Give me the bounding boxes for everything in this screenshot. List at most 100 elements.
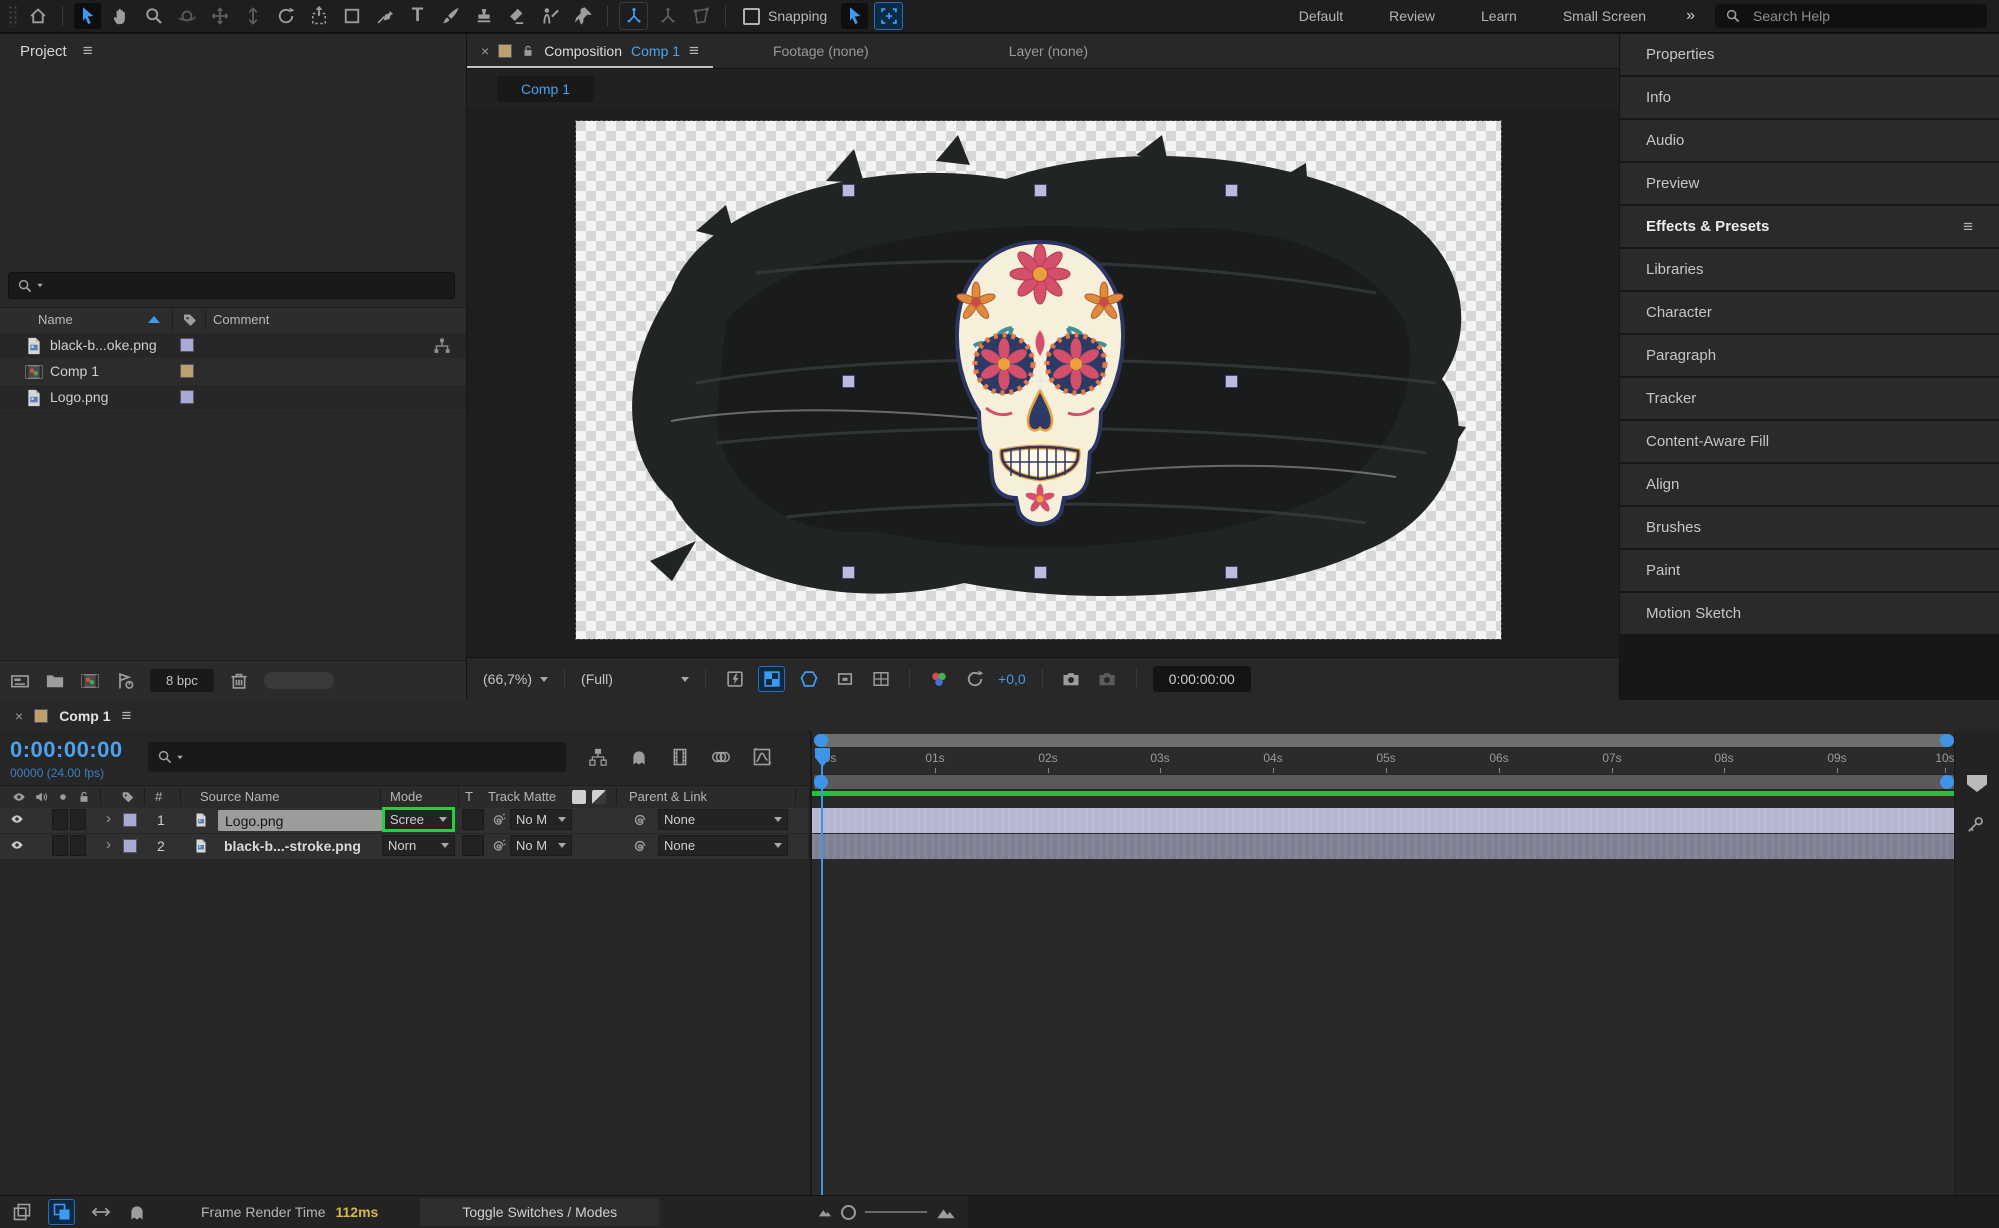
layer-source-name[interactable]: black-b...-stroke.png [224,838,361,854]
panel-content-aware-fill[interactable]: Content-Aware Fill [1620,421,1999,462]
layer-anchor-point[interactable] [1031,372,1049,390]
panel-effects-presets[interactable]: Effects & Presets ≡ [1620,206,1999,247]
pan-camera-tool[interactable] [206,3,233,29]
track-matte-pickwhip-icon[interactable] [490,838,506,854]
workspace-overflow-button[interactable]: » [1672,7,1709,25]
world-axis-mode-button[interactable] [654,3,681,29]
column-comment[interactable]: Comment [213,312,269,327]
zoom-in-mountain-icon[interactable] [936,1202,956,1222]
column-name[interactable]: Name [38,312,73,327]
graph-editor-icon[interactable] [752,747,772,767]
layer-switch-cell[interactable] [70,835,86,856]
layer-visibility-eye-icon[interactable] [10,838,24,852]
toggle-switches-modes-button[interactable]: Toggle Switches / Modes [420,1198,659,1226]
panel-properties[interactable]: Properties [1620,34,1999,75]
column-number[interactable]: # [155,789,162,804]
project-item-black-brush-stroke[interactable]: black-b...oke.png [0,333,466,359]
workspace-tab-small-screen[interactable]: Small Screen [1543,8,1666,24]
blend-mode-dropdown[interactable]: Norn [382,835,455,856]
selection-handle-top-center[interactable] [1034,184,1047,197]
close-icon[interactable]: × [481,43,489,59]
dolly-camera-tool[interactable] [239,3,266,29]
show-snapshot-button[interactable] [1095,667,1120,691]
snap-cursor-button[interactable] [841,3,868,29]
shy-layers-icon[interactable] [629,747,649,767]
exposure-value[interactable]: +0,0 [998,671,1026,687]
expand-columns-icon[interactable] [91,1202,111,1222]
panel-paragraph[interactable]: Paragraph [1620,335,1999,376]
parent-link-dropdown[interactable]: None [658,835,788,856]
column-track-matte[interactable]: Track Matte [488,789,556,804]
frame-blending-icon[interactable] [670,747,690,767]
orbit-camera-tool[interactable] [173,3,200,29]
track-matte-dropdown[interactable]: No M [510,835,572,856]
delete-trash-icon[interactable] [229,671,249,691]
scrollbar-left-cap[interactable] [814,734,828,747]
layer-row-2[interactable]: › 2 black-b...-stroke.png Norn No M None [0,834,808,860]
project-item-logo-png[interactable]: Logo.png [0,385,466,411]
resolution-dropdown[interactable]: (Full) [581,671,689,687]
preserve-transparency-cell[interactable] [462,835,484,856]
comp-marker-shield-icon[interactable] [1967,775,1987,792]
scrollbar-right-cap[interactable] [1940,734,1954,747]
panel-motion-sketch[interactable]: Motion Sketch [1620,593,1999,634]
label-color-swatch[interactable] [180,390,194,404]
time-ruler[interactable]: 0s 01s 02s 03s 04s 05s 06s 07s 08s 09s 1… [812,748,1955,774]
proxy-toggle-icon[interactable] [115,671,135,691]
panel-paint[interactable]: Paint [1620,550,1999,591]
grid-guides-button[interactable] [868,667,893,691]
column-source-name[interactable]: Source Name [200,789,279,804]
puppet-pin-tool[interactable] [569,3,596,29]
layer-2-duration-bar[interactable] [812,834,1955,859]
lock-column-icon[interactable] [77,790,91,804]
timeline-horizontal-scrollbar[interactable] [814,734,1954,747]
layer-row-1[interactable]: › 1 Logo.png Scree No M None [0,808,808,834]
column-parent-link[interactable]: Parent & Link [629,789,707,804]
close-icon[interactable]: × [15,708,23,724]
footage-tab[interactable]: Footage (none) [743,34,899,68]
panel-align[interactable]: Align [1620,464,1999,505]
local-axis-mode-button[interactable] [619,2,648,30]
home-button[interactable] [24,3,51,29]
eraser-tool[interactable] [503,3,530,29]
take-snapshot-button[interactable] [1059,667,1084,691]
brush-tool[interactable] [437,3,464,29]
workspace-tab-learn[interactable]: Learn [1461,8,1537,24]
workspace-tab-review[interactable]: Review [1369,8,1455,24]
region-of-interest-button[interactable] [832,667,857,691]
selection-handle-bottom-right[interactable] [1225,566,1238,579]
toolbar-grip[interactable] [8,5,18,27]
label-color-swatch[interactable] [180,364,194,378]
comp-view-tab[interactable]: Comp 1 [497,76,594,102]
clone-stamp-tool[interactable] [470,3,497,29]
track-matte-pickwhip-icon[interactable] [490,812,506,828]
selection-handle-mid-left[interactable] [842,375,855,388]
duplicate-layers-icon[interactable] [12,1202,32,1222]
pan-behind-anchor-tool[interactable] [305,3,332,29]
type-tool[interactable]: T [404,3,431,29]
reset-exposure-button[interactable] [962,667,987,691]
selection-handle-top-left[interactable] [842,184,855,197]
transparency-grid-button[interactable] [758,666,785,692]
layer-switch-cell[interactable] [52,809,68,830]
layer-expand-arrow[interactable]: › [106,810,111,827]
parent-link-dropdown[interactable]: None [658,809,788,830]
layer-switch-cell[interactable] [52,835,68,856]
viewer-menu-icon[interactable]: ≡ [689,41,699,61]
panel-brushes[interactable]: Brushes [1620,507,1999,548]
pen-tool[interactable] [371,3,398,29]
solo-column-icon[interactable] [56,790,70,804]
panel-info[interactable]: Info [1620,77,1999,118]
timeline-tab-label[interactable]: Comp 1 [59,708,110,724]
work-area-bar[interactable] [814,775,1954,789]
project-panel-menu-icon[interactable]: ≡ [83,41,93,61]
preview-time-display[interactable]: 0:00:00:00 [1153,666,1251,692]
composition-canvas[interactable] [576,121,1501,639]
rotation-tool[interactable] [272,3,299,29]
hand-tool[interactable] [107,3,134,29]
selection-tool[interactable] [74,3,101,29]
bit-depth-button[interactable]: 8 bpc [150,669,214,692]
panel-audio[interactable]: Audio [1620,120,1999,161]
blend-mode-dropdown-highlighted[interactable]: Scree [382,807,455,832]
selection-handle-top-right[interactable] [1225,184,1238,197]
